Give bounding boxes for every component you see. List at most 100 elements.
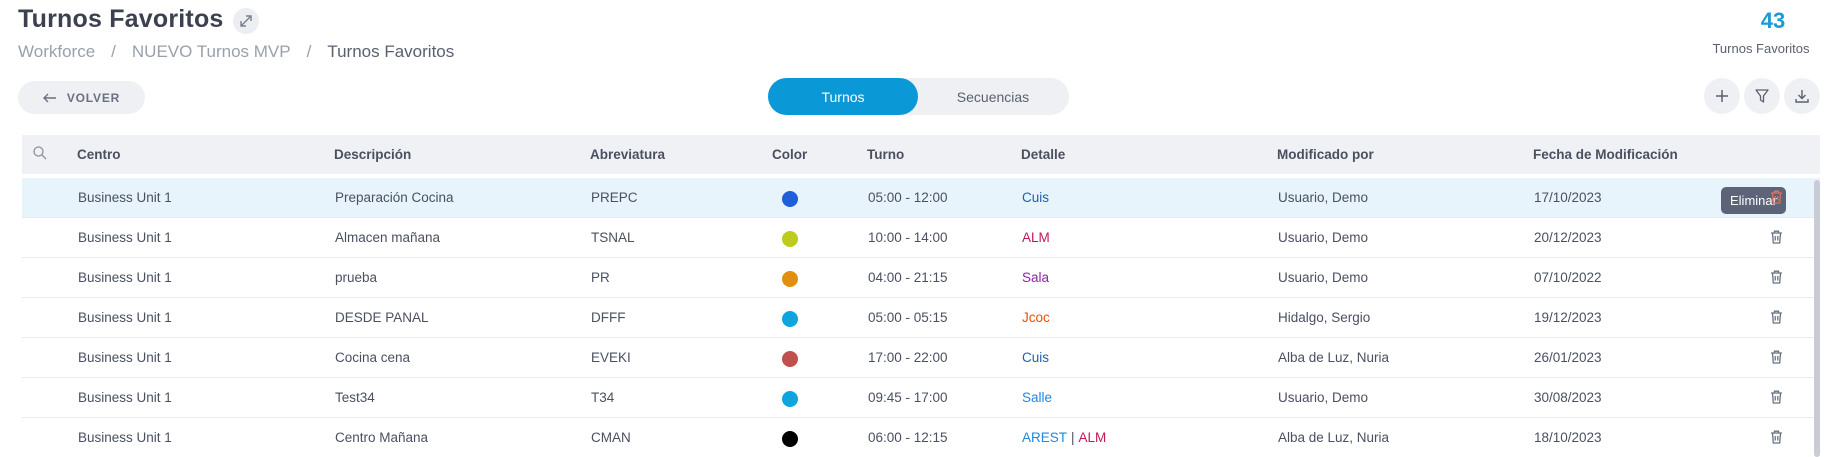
cell-descripcion: DESDE PANAL [335,310,429,325]
table-row[interactable]: Business Unit 1 Almacen mañana TSNAL 10:… [22,218,1820,258]
cell-modificado-por: Usuario, Demo [1278,230,1369,245]
vertical-scrollbar[interactable] [1814,180,1820,457]
trash-icon[interactable] [1769,349,1784,368]
cell-turno: 06:00 - 12:15 [868,430,948,445]
breadcrumb-item-current: Turnos Favoritos [327,42,455,61]
filter-button[interactable] [1744,78,1780,114]
color-swatch [782,271,798,287]
table-row[interactable]: Business Unit 1 prueba PR 04:00 - 21:15 … [22,258,1820,298]
column-header-fecha[interactable]: Fecha de Modificación [1533,147,1678,162]
cell-abreviatura: EVEKI [591,350,631,365]
detalle-tag: Cuis [1022,190,1050,205]
cell-turno: 05:00 - 05:15 [868,310,948,325]
cell-modificado-por: Usuario, Demo [1278,190,1369,205]
table-row[interactable]: Business Unit 1 DESDE PANAL DFFF 05:00 -… [22,298,1820,338]
color-swatch [782,191,798,207]
cell-descripcion: Preparación Cocina [335,190,454,205]
cell-fecha: 17/10/2023 [1534,190,1602,205]
cell-centro: Business Unit 1 [78,430,172,445]
table-row[interactable]: Business Unit 1 Preparación Cocina PREPC… [22,178,1820,218]
trash-icon[interactable] [1769,189,1784,208]
cell-detalle: AREST | ALM [1022,430,1106,445]
cell-abreviatura: PR [591,270,610,285]
column-header-centro[interactable]: Centro [77,147,121,162]
trash-icon[interactable] [1769,309,1784,328]
view-toggle: Turnos Secuencias [768,78,1069,115]
cell-detalle: Sala [1022,270,1049,285]
cell-fecha: 07/10/2022 [1534,270,1602,285]
breadcrumb-item-workforce[interactable]: Workforce [18,42,95,62]
filter-icon [1755,89,1769,103]
cell-turno: 04:00 - 21:15 [868,270,948,285]
cell-descripcion: prueba [335,270,378,285]
expand-icon [240,15,252,27]
tab-turnos[interactable]: Turnos [768,78,918,115]
cell-detalle: Salle [1022,390,1052,405]
column-header-color[interactable]: Color [772,147,807,162]
counter-label: Turnos Favoritos [1712,41,1810,56]
cell-fecha: 18/10/2023 [1534,430,1602,445]
table-row[interactable]: Business Unit 1 Centro Mañana CMAN 06:00… [22,418,1820,457]
column-header-descripcion[interactable]: Descripción [334,147,411,162]
trash-icon[interactable] [1769,429,1784,448]
cell-centro: Business Unit 1 [78,350,172,365]
cell-fecha: 30/08/2023 [1534,390,1602,405]
trash-icon[interactable] [1769,269,1784,288]
cell-abreviatura: PREPC [591,190,638,205]
cell-detalle: Jcoc [1022,310,1050,325]
download-icon [1795,90,1809,103]
cell-abreviatura: TSNAL [591,230,635,245]
color-swatch [782,311,798,327]
cell-modificado-por: Usuario, Demo [1278,390,1369,405]
cell-modificado-por: Usuario, Demo [1278,270,1369,285]
cell-abreviatura: T34 [591,390,615,405]
cell-descripcion: Centro Mañana [335,430,429,445]
cell-turno: 10:00 - 14:00 [868,230,948,245]
cell-fecha: 19/12/2023 [1534,310,1602,325]
back-button-label: VOLVER [66,90,121,105]
color-swatch [782,391,798,407]
cell-centro: Business Unit 1 [78,190,172,205]
detalle-tag: ALM [1078,430,1107,445]
cell-turno: 05:00 - 12:00 [868,190,948,205]
cell-fecha: 20/12/2023 [1534,230,1602,245]
breadcrumb-separator: / [111,42,116,61]
table-body: Business Unit 1 Preparación Cocina PREPC… [22,178,1820,457]
table-row[interactable]: Business Unit 1 Cocina cena EVEKI 17:00 … [22,338,1820,378]
cell-modificado-por: Hidalgo, Sergio [1278,310,1371,325]
breadcrumb-item-turnos-mvp[interactable]: NUEVO Turnos MVP [132,42,291,62]
add-button[interactable] [1704,78,1740,114]
search-icon[interactable] [32,145,48,164]
detalle-separator: | [1071,430,1075,445]
table-row[interactable]: Business Unit 1 Test34 T34 09:45 - 17:00… [22,378,1820,418]
detalle-tag: Salle [1022,390,1053,405]
column-header-modificado-por[interactable]: Modificado por [1277,147,1374,162]
tab-secuencias[interactable]: Secuencias [918,78,1068,115]
favorites-counter: 43 Turnos Favoritos [1698,8,1818,56]
back-button[interactable]: VOLVER [18,81,145,114]
column-header-detalle[interactable]: Detalle [1021,147,1065,162]
cell-centro: Business Unit 1 [78,310,172,325]
cell-detalle: Cuis [1022,190,1049,205]
column-header-turno[interactable]: Turno [867,147,904,162]
trash-icon[interactable] [1769,229,1784,248]
cell-centro: Business Unit 1 [78,390,172,405]
color-swatch [782,231,798,247]
cell-centro: Business Unit 1 [78,230,172,245]
detalle-tag: Cuis [1022,350,1050,365]
download-button[interactable] [1784,78,1820,114]
cell-turno: 17:00 - 22:00 [868,350,948,365]
counter-value: 43 [1760,8,1786,33]
cell-fecha: 26/01/2023 [1534,350,1602,365]
trash-icon[interactable] [1769,389,1784,408]
cell-modificado-por: Alba de Luz, Nuria [1278,350,1390,365]
expand-button[interactable] [233,8,259,34]
cell-centro: Business Unit 1 [78,270,172,285]
column-header-abreviatura[interactable]: Abreviatura [590,147,665,162]
detalle-tag: AREST [1022,430,1068,445]
breadcrumb: Workforce / NUEVO Turnos MVP / Turnos Fa… [18,42,454,62]
detalle-tag: Jcoc [1022,310,1050,325]
cell-descripcion: Cocina cena [335,350,411,365]
cell-descripcion: Almacen mañana [335,230,441,245]
arrow-left-icon [42,93,56,102]
